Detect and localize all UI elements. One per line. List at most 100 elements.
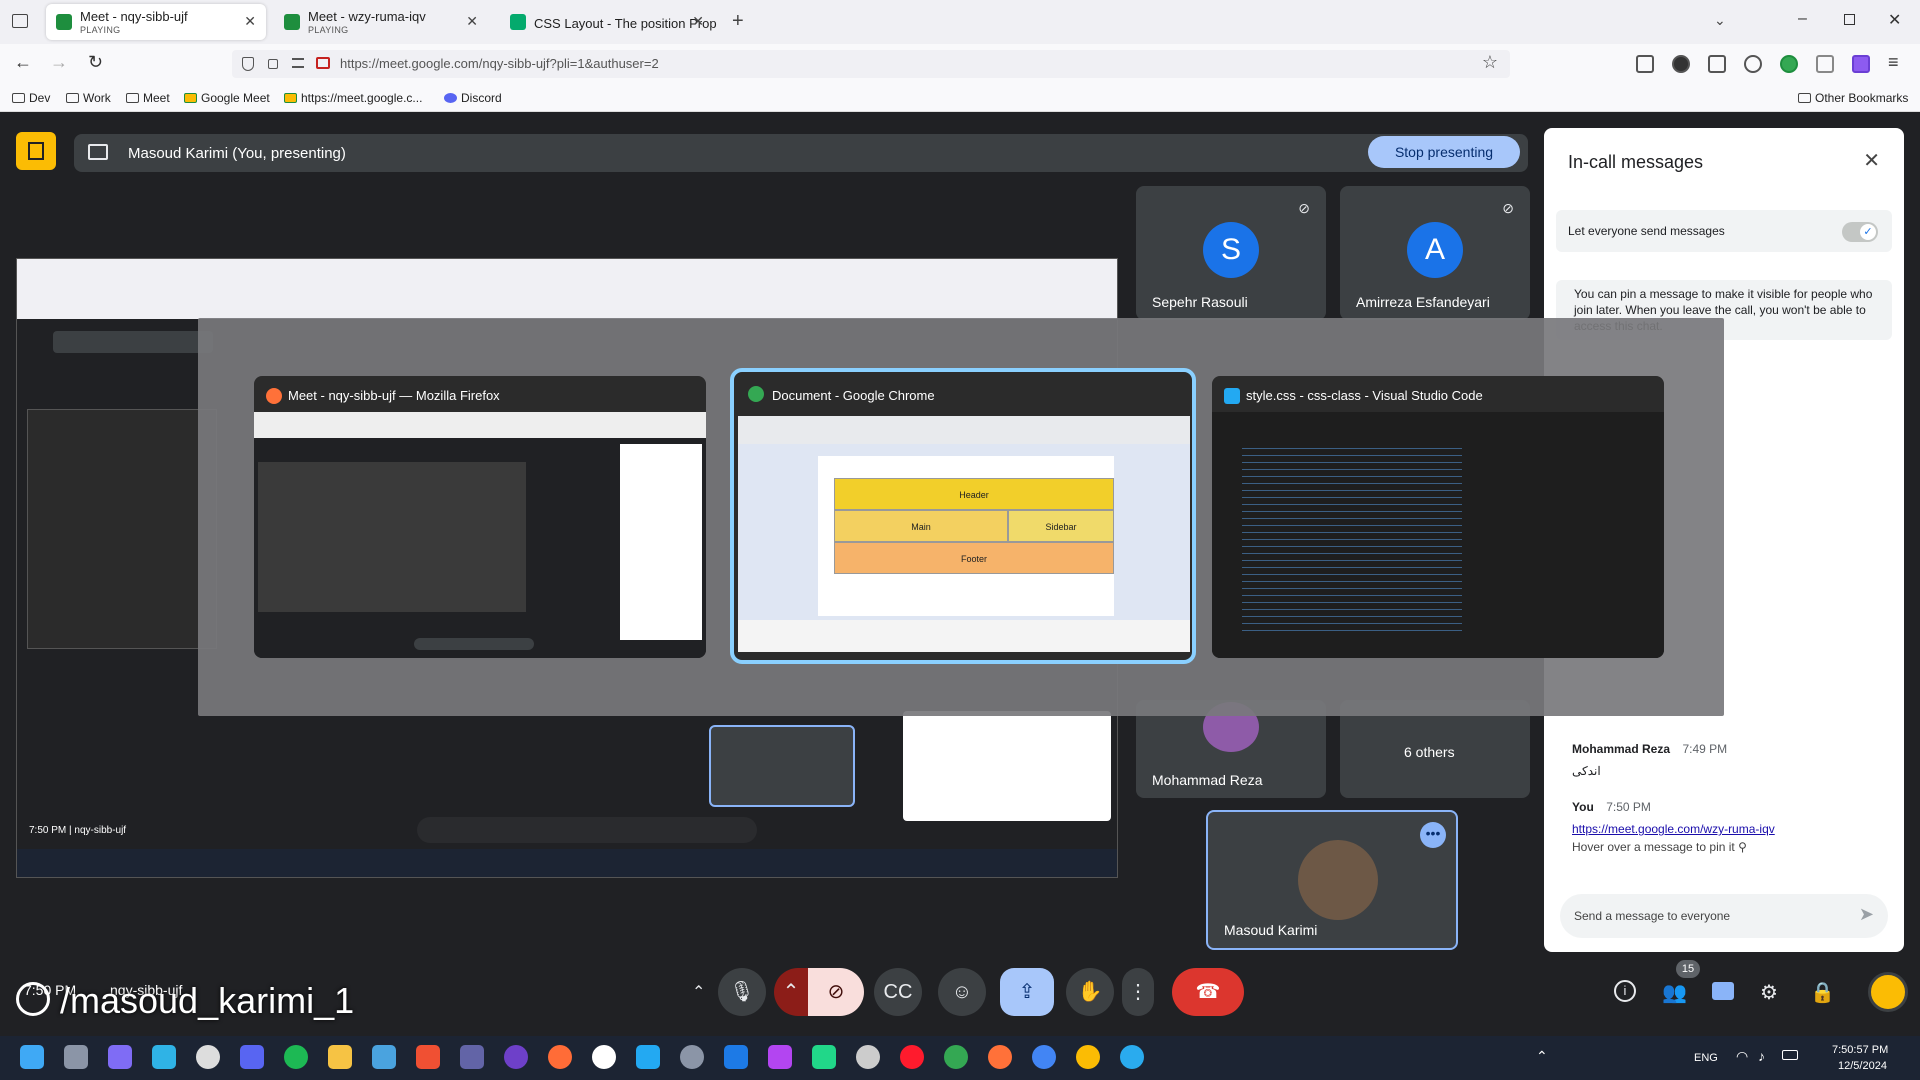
files-icon[interactable] bbox=[328, 1045, 352, 1069]
git-icon[interactable] bbox=[416, 1045, 440, 1069]
captions-button[interactable]: CC bbox=[874, 968, 922, 1016]
info-icon[interactable]: i bbox=[1614, 980, 1636, 1002]
back-arrow-icon[interactable]: ← bbox=[14, 52, 32, 73]
ublock-icon[interactable] bbox=[1816, 55, 1834, 73]
phpstorm-icon[interactable] bbox=[768, 1045, 792, 1069]
github-icon[interactable] bbox=[504, 1045, 528, 1069]
chat-message[interactable]: You 7:50 PM https://meet.google.com/wzy-… bbox=[1572, 798, 1882, 854]
wifi-icon[interactable]: ◠ bbox=[1736, 1048, 1748, 1065]
presentation-icon bbox=[28, 142, 44, 160]
tray-chevron-icon[interactable]: ⌃ bbox=[1536, 1048, 1548, 1065]
opera-icon[interactable] bbox=[900, 1045, 924, 1069]
settings-icon[interactable] bbox=[680, 1045, 704, 1069]
stop-presenting-button[interactable]: Stop presenting bbox=[1368, 136, 1520, 168]
app-icon[interactable] bbox=[592, 1045, 616, 1069]
firefox-app-icon[interactable] bbox=[988, 1045, 1012, 1069]
chat-icon[interactable] bbox=[1712, 982, 1734, 1000]
microphone-button[interactable]: 🎙 bbox=[718, 968, 766, 1016]
spotify-icon[interactable] bbox=[284, 1045, 308, 1069]
menu-icon[interactable]: ≡ bbox=[1888, 52, 1899, 73]
bookmark-meet[interactable]: Meet bbox=[126, 91, 170, 105]
address-bar[interactable]: https://meet.google.com/nqy-sibb-ujf?pli… bbox=[232, 50, 1510, 78]
powerbi-icon[interactable] bbox=[460, 1045, 484, 1069]
bookmark-meet-url[interactable]: https://meet.google.c... bbox=[284, 91, 422, 105]
windows-start-icon[interactable] bbox=[20, 1045, 44, 1069]
chevron-down-icon[interactable]: ⌄ bbox=[1714, 12, 1726, 29]
discord-app-icon[interactable] bbox=[240, 1045, 264, 1069]
raise-hand-button[interactable]: ✋ bbox=[1066, 968, 1114, 1016]
edge-icon[interactable] bbox=[152, 1045, 176, 1069]
other-bookmarks[interactable]: Other Bookmarks bbox=[1798, 91, 1908, 105]
window-title: style.css - css-class - Visual Studio Co… bbox=[1246, 388, 1483, 403]
participant-tile-sepehr[interactable]: S ⊘ Sepehr Rasouli bbox=[1136, 186, 1326, 320]
message-link[interactable]: https://meet.google.com/wzy-ruma-iqv bbox=[1572, 822, 1882, 836]
more-options-button[interactable]: ⋮ bbox=[1122, 968, 1154, 1016]
switcher-window-chrome[interactable]: Document - Google Chrome Header Main Sid… bbox=[730, 368, 1196, 664]
activities-icon[interactable]: ⚙ bbox=[1760, 980, 1778, 1005]
restore-button[interactable] bbox=[1844, 14, 1855, 25]
chatgpt-icon[interactable] bbox=[856, 1045, 880, 1069]
bookmark-discord[interactable]: Discord bbox=[444, 91, 502, 105]
extension-purple-icon[interactable] bbox=[1852, 55, 1870, 73]
tray-time[interactable]: 7:50:57 PM bbox=[1832, 1044, 1888, 1056]
star-icon[interactable]: ☆ bbox=[1482, 52, 1498, 73]
emoji-button[interactable]: ☺ bbox=[938, 968, 986, 1016]
tab-list-icon[interactable] bbox=[12, 14, 28, 28]
vscode-app-icon[interactable] bbox=[636, 1045, 660, 1069]
volume-icon[interactable]: ♪ bbox=[1758, 1048, 1765, 1064]
chevron-up-icon[interactable]: ⌃ bbox=[692, 982, 705, 1002]
message-input[interactable]: Send a message to everyone ➤ bbox=[1560, 894, 1888, 938]
more-options-icon[interactable]: ••• bbox=[1420, 822, 1446, 848]
leave-call-button[interactable]: ☎ bbox=[1172, 968, 1244, 1016]
pycharm-icon[interactable] bbox=[812, 1045, 836, 1069]
telegram-icon[interactable] bbox=[1120, 1045, 1144, 1069]
participant-tile-self[interactable]: ••• Masoud Karimi bbox=[1206, 810, 1458, 950]
tab-css-layout[interactable]: CSS Layout - The position Prop ✕ bbox=[500, 4, 717, 40]
account-icon[interactable] bbox=[1672, 55, 1690, 73]
host-controls-icon[interactable]: 🔒 bbox=[1810, 980, 1835, 1005]
switcher-window-firefox[interactable]: Meet - nqy-sibb-ujf — Mozilla Firefox bbox=[254, 376, 706, 658]
chrome-canary-icon[interactable] bbox=[1076, 1045, 1100, 1069]
bookmark-dev[interactable]: Dev bbox=[12, 91, 50, 105]
present-button[interactable]: ⇪ bbox=[1000, 968, 1054, 1016]
tab-meet-wzy[interactable]: Meet - wzy-ruma-iqv PLAYING ✕ bbox=[274, 4, 488, 40]
bookmark-google-meet[interactable]: Google Meet bbox=[184, 91, 270, 105]
send-icon[interactable]: ➤ bbox=[1859, 904, 1874, 925]
meet-timer-icon[interactable] bbox=[1868, 972, 1908, 1012]
forward-arrow-icon[interactable]: → bbox=[50, 52, 68, 73]
vpn-icon[interactable] bbox=[1744, 55, 1762, 73]
bookmark-work[interactable]: Work bbox=[66, 91, 111, 105]
close-tab-icon[interactable]: ✕ bbox=[692, 13, 704, 30]
chrome-app-icon[interactable] bbox=[944, 1045, 968, 1069]
send-messages-toggle[interactable]: ✓ bbox=[1842, 222, 1878, 242]
clock-app-icon[interactable] bbox=[196, 1045, 220, 1069]
chat-message[interactable]: Mohammad Reza 7:49 PM اندکی bbox=[1572, 740, 1872, 778]
tab-meet-nqy[interactable]: Meet - nqy-sibb-ujf PLAYING ✕ bbox=[46, 4, 266, 40]
pin-icon[interactable]: ⚲ bbox=[1738, 840, 1747, 854]
extension-green-icon[interactable] bbox=[1780, 55, 1798, 73]
close-tab-icon[interactable]: ✕ bbox=[244, 13, 256, 30]
task-view-icon[interactable] bbox=[64, 1045, 88, 1069]
battery-icon[interactable] bbox=[1782, 1050, 1798, 1060]
people-icon[interactable]: 👥 bbox=[1662, 980, 1687, 1005]
notepad-icon[interactable] bbox=[372, 1045, 396, 1069]
webstorm-icon[interactable] bbox=[724, 1045, 748, 1069]
close-window-button[interactable]: ✕ bbox=[1888, 10, 1901, 30]
reload-icon[interactable]: ↻ bbox=[88, 52, 103, 73]
close-tab-icon[interactable]: ✕ bbox=[466, 13, 478, 30]
minimize-button[interactable]: – bbox=[1798, 10, 1807, 28]
postman-icon[interactable] bbox=[548, 1045, 572, 1069]
pocket-icon[interactable] bbox=[1636, 55, 1654, 73]
chrome-dev-icon[interactable] bbox=[1032, 1045, 1056, 1069]
switcher-window-vscode[interactable]: style.css - css-class - Visual Studio Co… bbox=[1212, 376, 1664, 658]
copilot-icon[interactable] bbox=[108, 1045, 132, 1069]
new-tab-button[interactable]: + bbox=[732, 10, 744, 33]
extensions-icon[interactable] bbox=[1708, 55, 1726, 73]
tray-date[interactable]: 12/5/2024 bbox=[1838, 1060, 1887, 1072]
participant-tile-amirreza[interactable]: A ⊘ Amirreza Esfandeyari bbox=[1340, 186, 1530, 320]
screen-share-icon[interactable] bbox=[316, 57, 330, 69]
permissions-icon[interactable] bbox=[292, 58, 304, 68]
camera-off-button[interactable]: ⊘ bbox=[808, 968, 864, 1016]
tray-language[interactable]: ENG bbox=[1694, 1052, 1718, 1064]
close-icon[interactable]: ✕ bbox=[1863, 148, 1880, 173]
